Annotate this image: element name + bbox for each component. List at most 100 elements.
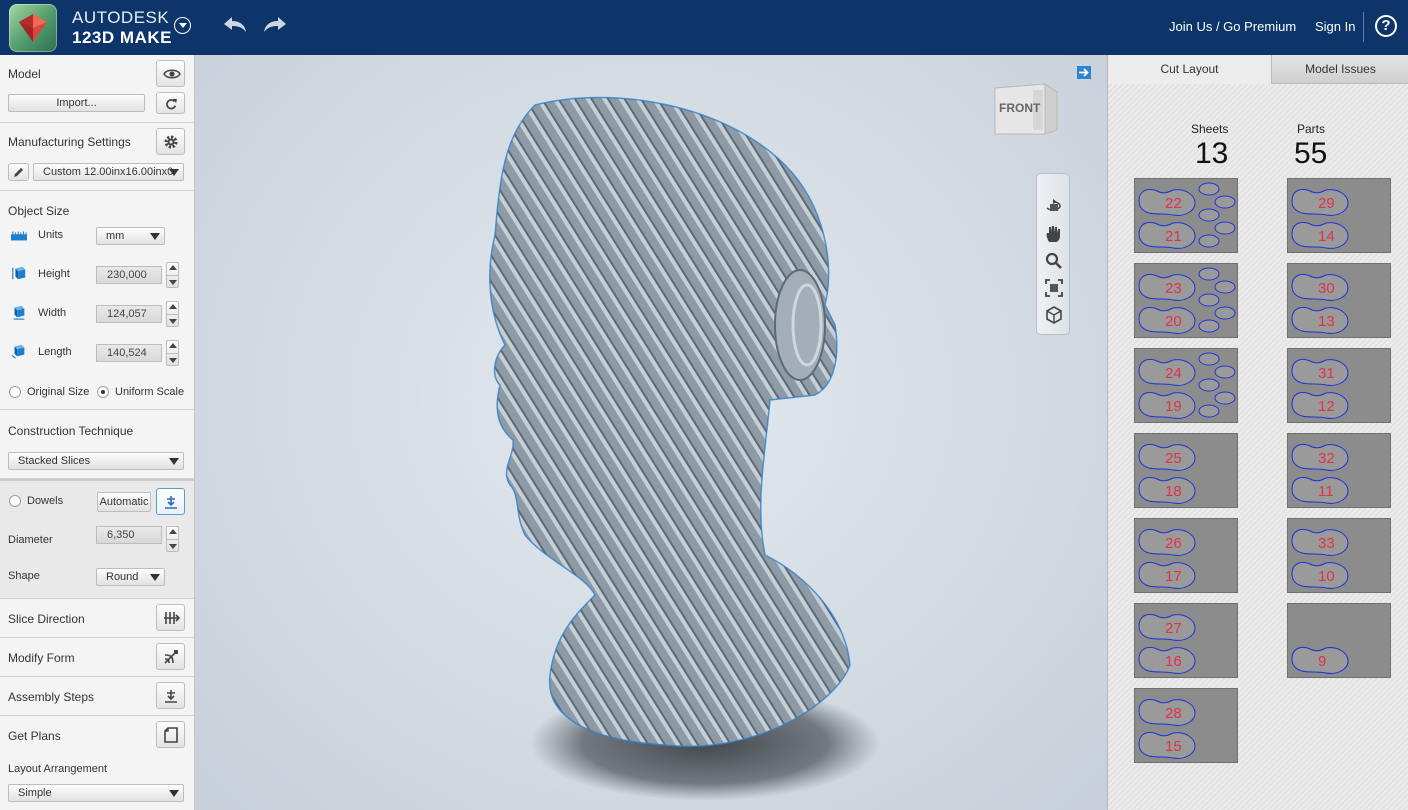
height-icon — [12, 266, 26, 280]
object-size-section: Object Size Units mm Height 230,000 Widt… — [0, 191, 194, 410]
sheet-thumbnail[interactable]: 25 18 — [1134, 433, 1238, 508]
section-title-slice-direction: Slice Direction — [8, 612, 85, 626]
import-button[interactable]: Import... — [8, 94, 145, 112]
sheet-thumbnail[interactable]: 27 16 — [1134, 603, 1238, 678]
sheet-thumbnail[interactable]: 23 20 — [1134, 263, 1238, 338]
small-part-outline — [1214, 365, 1236, 379]
length-label: Length — [38, 346, 72, 358]
part-number: 11 — [1318, 483, 1334, 500]
height-stepper[interactable] — [166, 262, 179, 288]
sheet-thumbnail[interactable]: 26 17 — [1134, 518, 1238, 593]
sliced-head-model[interactable] — [195, 55, 1107, 810]
part-number: 25 — [1165, 450, 1182, 467]
small-part-outline — [1198, 293, 1220, 307]
units-value: mm — [106, 230, 125, 242]
units-label: Units — [38, 229, 64, 241]
fit-all-icon[interactable] — [1044, 278, 1064, 298]
technique-select[interactable]: Stacked Slices — [8, 452, 184, 470]
sheet-thumbnail[interactable]: 33 10 — [1287, 518, 1391, 593]
sheet-thumbnail[interactable]: 32 11 — [1287, 433, 1391, 508]
sheets-label: Sheets — [1191, 122, 1229, 136]
part-number: 26 — [1165, 535, 1182, 552]
join-premium-link[interactable]: Join Us / Go Premium — [1169, 19, 1296, 34]
view-cube[interactable]: FRONT — [993, 80, 1059, 141]
height-field[interactable]: 230,000 — [96, 266, 162, 284]
part-number: 31 — [1318, 365, 1335, 382]
units-select[interactable]: mm — [96, 227, 165, 245]
material-select[interactable]: Custom 12.00inx16.00inx0 — [33, 163, 184, 181]
small-part-outline — [1214, 221, 1236, 235]
dowels-checkbox[interactable] — [9, 495, 21, 507]
part-number: 13 — [1318, 313, 1335, 330]
length-field[interactable]: 140,524 — [96, 344, 162, 362]
3d-viewport[interactable]: FRONT — [195, 55, 1107, 810]
section-title-assembly-steps: Assembly Steps — [8, 690, 95, 704]
part-number: 32 — [1318, 450, 1335, 467]
eye-icon[interactable] — [156, 60, 185, 87]
sheet-thumbnail[interactable]: 22 21 — [1134, 178, 1238, 253]
width-label: Width — [38, 307, 67, 319]
part-number: 18 — [1165, 483, 1182, 500]
small-part-outline — [1198, 319, 1220, 333]
slice-direction-icon[interactable] — [156, 604, 185, 631]
sheet-thumbnail[interactable]: 28 15 — [1134, 688, 1238, 763]
small-part-outline — [1198, 404, 1220, 418]
help-icon[interactable]: ? — [1375, 15, 1397, 37]
original-size-label: Original Size — [27, 386, 90, 398]
redo-icon[interactable] — [260, 14, 290, 36]
uniform-scale-label: Uniform Scale — [115, 386, 185, 398]
original-size-radio[interactable] — [9, 386, 21, 398]
sheets-count: 13 — [1195, 137, 1229, 170]
app-logo-icon[interactable] — [9, 4, 57, 52]
width-stepper[interactable] — [166, 301, 179, 327]
gear-icon[interactable] — [156, 128, 185, 155]
pencil-icon[interactable] — [8, 163, 29, 181]
automatic-button[interactable]: Automatic — [97, 492, 151, 512]
width-field[interactable]: 124,057 — [96, 305, 162, 323]
get-plans-section: Get Plans Layout Arrangement Simple — [0, 716, 194, 810]
pan-hand-icon[interactable] — [1044, 224, 1064, 244]
width-icon — [13, 305, 25, 320]
construction-section: Construction Technique Stacked Slices — [0, 410, 194, 479]
assembly-steps-icon[interactable] — [156, 682, 185, 709]
part-number: 28 — [1165, 705, 1182, 722]
navcube-front-label: FRONT — [999, 101, 1041, 115]
undo-icon[interactable] — [220, 14, 250, 36]
brand-product: 123D MAKE — [72, 29, 172, 46]
document-icon[interactable] — [156, 721, 185, 748]
uniform-scale-radio[interactable] — [97, 386, 109, 398]
assembly-steps-section: Assembly Steps — [0, 677, 194, 716]
orbit-icon[interactable] — [1044, 196, 1064, 216]
tab-cut-layout[interactable]: Cut Layout — [1108, 55, 1271, 84]
modify-form-icon[interactable] — [156, 643, 185, 670]
diameter-field[interactable]: 6,350 — [96, 526, 162, 544]
shape-select[interactable]: Round — [96, 568, 165, 586]
part-number: 33 — [1318, 535, 1335, 552]
small-part-outline — [1198, 182, 1220, 196]
parts-label: Parts — [1297, 122, 1326, 136]
tab-model-issues[interactable]: Model Issues — [1271, 55, 1408, 84]
view-cube-icon[interactable] — [1044, 305, 1064, 325]
small-part-outline — [1214, 195, 1236, 209]
length-stepper[interactable] — [166, 340, 179, 366]
small-part-outline — [1214, 391, 1236, 405]
small-part-outline — [1198, 234, 1220, 248]
top-bar: AUTODESK 123D MAKE Join Us / Go Premium … — [0, 0, 1408, 55]
diameter-stepper[interactable] — [166, 526, 179, 552]
sign-in-link[interactable]: Sign In — [1315, 19, 1355, 34]
dowel-icon[interactable] — [156, 488, 185, 515]
sheet-thumbnail[interactable]: 30 13 — [1287, 263, 1391, 338]
dropdown-circle-icon[interactable] — [174, 17, 191, 34]
sheet-thumbnail[interactable]: 9 — [1287, 603, 1391, 678]
small-part-outline — [1198, 378, 1220, 392]
sheet-thumbnail[interactable]: 29 14 — [1287, 178, 1391, 253]
shape-label: Shape — [8, 570, 40, 582]
zoom-icon[interactable] — [1044, 251, 1064, 271]
refresh-icon[interactable] — [156, 92, 185, 114]
part-number: 21 — [1165, 228, 1182, 245]
layout-select[interactable]: Simple — [8, 784, 184, 802]
sheet-thumbnail[interactable]: 24 19 — [1134, 348, 1238, 423]
sheet-thumbnail[interactable]: 31 12 — [1287, 348, 1391, 423]
part-number: 24 — [1165, 365, 1182, 382]
part-number: 14 — [1318, 228, 1335, 245]
